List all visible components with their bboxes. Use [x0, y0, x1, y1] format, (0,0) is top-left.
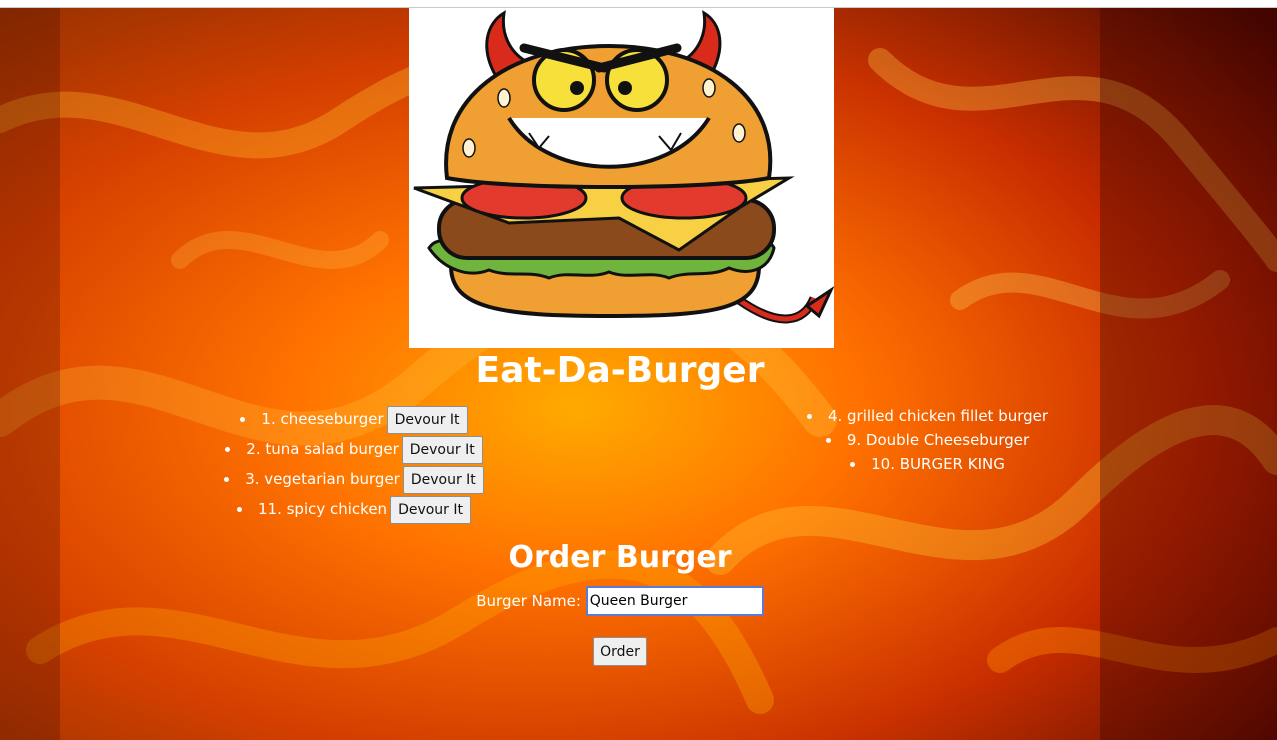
burger-name-input[interactable]: [585, 586, 764, 616]
order-button-row: Order: [0, 637, 1240, 666]
burger-name: 10. BURGER KING: [871, 455, 1005, 473]
devil-burger-icon: [413, 10, 834, 324]
uneaten-burger-list: 1. cheeseburgerDevour It 2. tuna salad b…: [90, 404, 618, 524]
burger-name: 4. grilled chicken fillet burger: [827, 407, 1049, 425]
browser-top-border: [0, 0, 1277, 8]
devour-button[interactable]: Devour It: [390, 495, 472, 524]
devour-button[interactable]: Devour It: [402, 465, 484, 494]
order-heading: Order Burger: [508, 540, 732, 575]
order-form: Burger Name:: [0, 586, 1240, 616]
devour-button[interactable]: Devour It: [386, 405, 468, 434]
devour-button[interactable]: Devour It: [401, 435, 483, 464]
burger-name: 1. cheeseburger: [261, 410, 384, 428]
page-title: Eat-Da-Burger: [475, 350, 765, 391]
list-item: 4. grilled chicken fillet burger: [660, 404, 1195, 428]
burger-name: 9. Double Cheeseburger: [846, 431, 1030, 449]
burger-name: 2. tuna salad burger: [246, 440, 399, 458]
order-button[interactable]: Order: [593, 637, 647, 666]
list-item: 10. BURGER KING: [660, 452, 1195, 476]
burger-name: 11. spicy chicken: [257, 500, 388, 518]
burger-name-label: Burger Name:: [476, 592, 581, 610]
list-item: 1. cheeseburgerDevour It: [90, 404, 618, 434]
devil-burger-logo: [409, 8, 834, 348]
burger-name: 3. vegetarian burger: [245, 470, 400, 488]
devoured-burger-list: 4. grilled chicken fillet burger 9. Doub…: [660, 404, 1195, 476]
list-item: 3. vegetarian burgerDevour It: [90, 464, 618, 494]
list-item: 2. tuna salad burgerDevour It: [90, 434, 618, 464]
list-item: 11. spicy chickenDevour It: [90, 494, 618, 524]
list-item: 9. Double Cheeseburger: [660, 428, 1195, 452]
